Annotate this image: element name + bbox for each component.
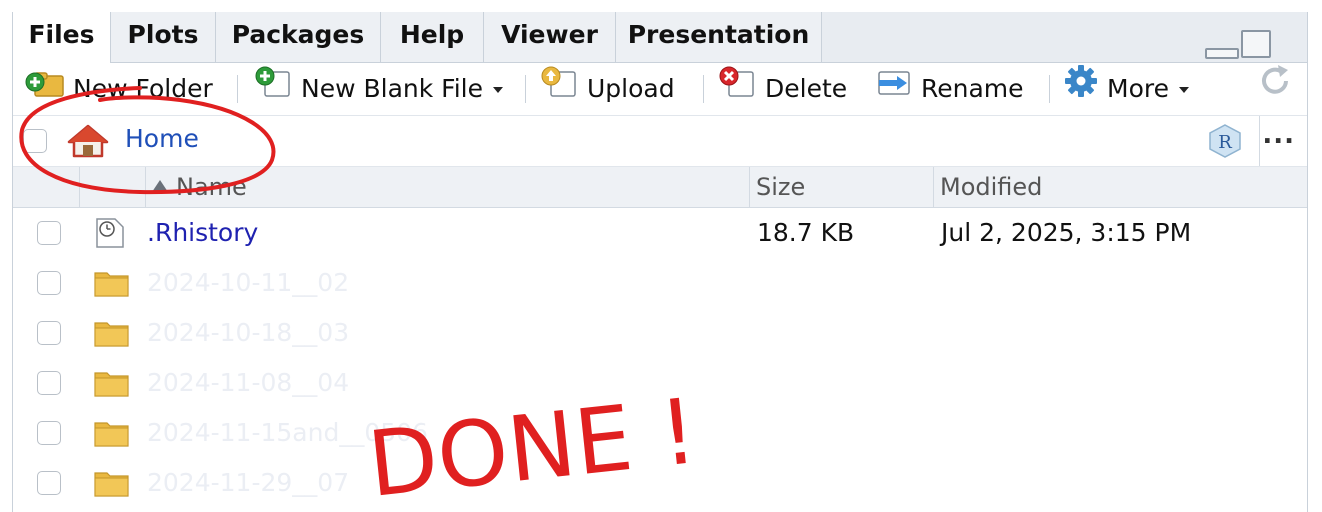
delete-label: Delete xyxy=(765,74,848,103)
file-row[interactable]: 2024-11-15and__0506 xyxy=(13,408,1307,458)
files-pane: Files Plots Packages Help Viewer Present… xyxy=(12,12,1308,512)
select-all-checkbox[interactable] xyxy=(23,129,47,153)
column-header: Name Size Modified xyxy=(13,167,1307,208)
row-checkbox[interactable] xyxy=(37,421,61,445)
folder-name-link[interactable]: 2024-10-11__02 xyxy=(147,258,349,308)
rename-icon xyxy=(873,64,913,116)
folder-name-link[interactable]: 2024-11-08__04 xyxy=(147,358,349,408)
icon-column-header xyxy=(79,167,145,207)
folder-name-link[interactable]: 2024-11-15and__0506 xyxy=(147,408,428,458)
folder-name-link[interactable]: 2024-11-29__07 xyxy=(147,458,349,508)
file-row[interactable]: 2024-10-11__02 xyxy=(13,258,1307,308)
chevron-down-icon xyxy=(1178,87,1189,93)
row-checkbox[interactable] xyxy=(37,471,61,495)
rename-label: Rename xyxy=(921,74,1024,103)
file-row[interactable]: 2024-10-18__03 xyxy=(13,308,1307,358)
folder-icon xyxy=(93,367,131,403)
home-icon[interactable] xyxy=(67,124,109,162)
toolbar-separator xyxy=(1049,75,1050,103)
tab-plots[interactable]: Plots xyxy=(111,12,216,62)
gear-icon xyxy=(1063,63,1099,117)
toolbar-separator xyxy=(237,75,238,103)
folder-name-link[interactable]: 2024-10-18__03 xyxy=(147,308,349,358)
new-folder-icon xyxy=(25,64,65,116)
history-file-icon xyxy=(93,217,127,253)
file-modified: Jul 2, 2025, 3:15 PM xyxy=(941,218,1192,247)
new-blank-file-button[interactable]: New Blank File xyxy=(253,63,503,115)
r-project-icon[interactable]: R xyxy=(1207,124,1243,162)
more-label: More xyxy=(1107,74,1169,103)
refresh-button[interactable] xyxy=(1257,63,1301,115)
tab-presentation[interactable]: Presentation xyxy=(616,12,822,62)
new-blank-file-label: New Blank File xyxy=(301,74,483,103)
upload-icon xyxy=(539,64,579,116)
row-checkbox[interactable] xyxy=(37,371,61,395)
tab-bar: Files Plots Packages Help Viewer Present… xyxy=(13,12,1307,63)
name-column-header[interactable]: Name xyxy=(145,167,749,207)
chevron-down-icon xyxy=(493,87,503,93)
upload-button[interactable]: Upload xyxy=(539,63,675,115)
file-list: .Rhistory 18.7 KB Jul 2, 2025, 3:15 PM 2… xyxy=(13,208,1307,508)
new-folder-label: New Folder xyxy=(73,74,213,103)
tab-help[interactable]: Help xyxy=(381,12,484,62)
folder-icon xyxy=(93,467,131,503)
row-checkbox[interactable] xyxy=(37,321,61,345)
svg-text:R: R xyxy=(1218,132,1232,153)
rename-button[interactable]: Rename xyxy=(873,63,1024,115)
new-folder-button[interactable]: New Folder xyxy=(25,63,213,115)
toolbar-separator xyxy=(703,75,704,103)
maximize-button[interactable] xyxy=(1241,30,1271,58)
more-button[interactable]: More xyxy=(1063,63,1189,115)
file-row[interactable]: .Rhistory 18.7 KB Jul 2, 2025, 3:15 PM xyxy=(13,208,1307,258)
files-toolbar: New Folder New Blank File Upload Delete … xyxy=(13,63,1307,116)
delete-icon xyxy=(717,64,757,116)
row-checkbox[interactable] xyxy=(37,271,61,295)
size-column-label: Size xyxy=(756,173,806,201)
delete-button[interactable]: Delete xyxy=(717,63,847,115)
row-checkbox[interactable] xyxy=(37,221,61,245)
name-column-label: Name xyxy=(176,173,247,201)
sort-ascending-icon xyxy=(152,180,168,192)
file-row[interactable]: 2024-11-08__04 xyxy=(13,358,1307,408)
toolbar-separator xyxy=(525,75,526,103)
tab-viewer[interactable]: Viewer xyxy=(484,12,616,62)
new-file-icon xyxy=(253,64,293,116)
folder-icon xyxy=(93,417,131,453)
refresh-icon xyxy=(1257,63,1293,117)
folder-icon xyxy=(93,317,131,353)
tab-files[interactable]: Files xyxy=(13,12,111,63)
path-more-button[interactable]: ... xyxy=(1262,120,1295,150)
file-name-link[interactable]: .Rhistory xyxy=(147,208,258,258)
breadcrumb-home[interactable]: Home xyxy=(125,116,199,166)
modified-column-label: Modified xyxy=(940,173,1043,201)
window-controls xyxy=(1205,28,1285,59)
path-divider xyxy=(1259,116,1260,166)
file-row[interactable]: 2024-11-29__07 xyxy=(13,458,1307,508)
upload-label: Upload xyxy=(587,74,675,103)
folder-icon xyxy=(93,267,131,303)
size-column-header[interactable]: Size xyxy=(749,167,933,207)
minimize-button[interactable] xyxy=(1205,48,1239,59)
path-bar: Home R ... xyxy=(13,116,1307,167)
file-size: 18.7 KB xyxy=(757,218,855,247)
modified-column-header[interactable]: Modified xyxy=(933,167,1307,207)
tab-packages[interactable]: Packages xyxy=(216,12,381,62)
